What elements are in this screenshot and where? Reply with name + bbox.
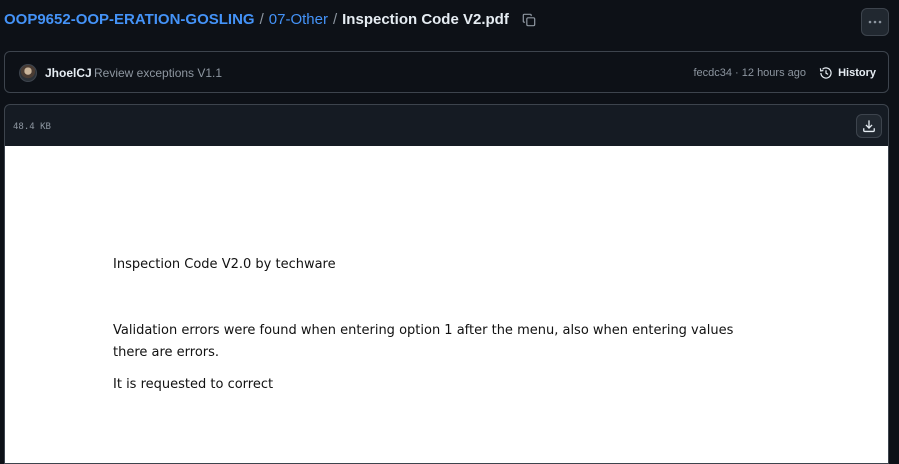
breadcrumb-repo-link[interactable]: OOP9652-OOP-ERATION-GOSLING — [4, 10, 255, 30]
commit-message-link[interactable]: Review exceptions V1.1 — [94, 65, 222, 81]
breadcrumb-current-file: Inspection Code V2.pdf — [342, 11, 509, 28]
kebab-horizontal-icon — [868, 20, 882, 24]
commit-author-link[interactable]: JhoelCJ — [45, 65, 92, 81]
history-icon — [819, 67, 832, 79]
pdf-page[interactable]: Inspection Code V2.0 by techware Validat… — [5, 146, 888, 463]
file-size: 48.4 KB — [13, 122, 51, 132]
pdf-body-line: Validation errors were found when enteri… — [113, 323, 734, 338]
breadcrumb: OOP9652-OOP-ERATION-GOSLING / 07-Other /… — [4, 10, 539, 30]
pdf-body-line: It is requested to correct — [113, 377, 274, 392]
pdf-body-line: there are errors. — [113, 345, 220, 360]
download-icon — [863, 120, 875, 133]
history-label: History — [838, 67, 876, 79]
pdf-title-line: Inspection Code V2.0 by techware — [113, 257, 336, 272]
commit-hash-and-time[interactable]: fecdc34 · 12 hours ago — [693, 66, 806, 80]
breadcrumb-separator: / — [259, 11, 264, 28]
file-viewer: 48.4 KB Inspection Code V2.0 by techware… — [4, 104, 889, 464]
copy-path-button[interactable] — [519, 10, 539, 30]
avatar[interactable] — [19, 64, 37, 82]
latest-commit-bar: JhoelCJ Review exceptions V1.1 fecdc34 ·… — [4, 51, 889, 93]
copy-icon — [522, 13, 536, 27]
history-button[interactable]: History — [819, 63, 876, 83]
breadcrumb-separator: / — [332, 11, 338, 28]
download-raw-button[interactable] — [856, 114, 882, 138]
more-options-button[interactable] — [861, 8, 889, 36]
breadcrumb-folder-link[interactable]: 07-Other — [269, 10, 328, 30]
file-header: OOP9652-OOP-ERATION-GOSLING / 07-Other /… — [0, 0, 899, 42]
